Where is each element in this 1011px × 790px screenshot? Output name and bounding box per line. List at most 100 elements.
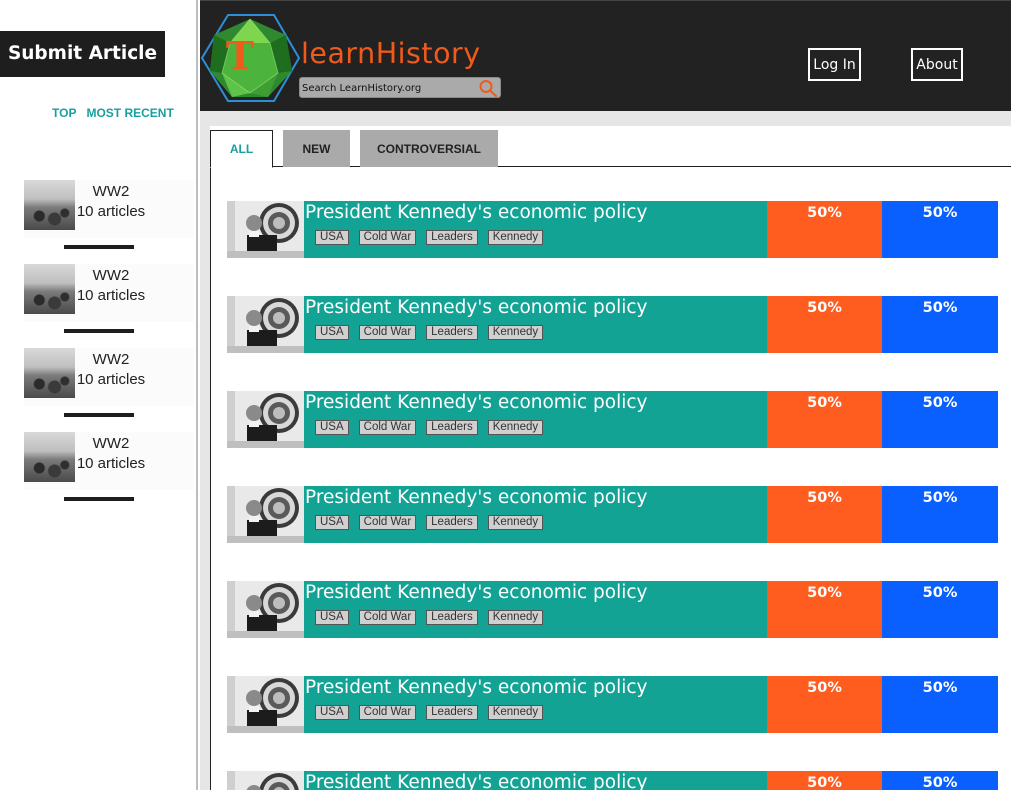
article-tags: USA Cold War Leaders Kennedy: [315, 705, 544, 720]
topic-thumbnail: [24, 264, 75, 314]
article-tag[interactable]: Leaders: [426, 610, 478, 625]
vote-agree-percent[interactable]: 50%: [767, 581, 882, 638]
about-button[interactable]: About: [911, 48, 963, 81]
topic-card[interactable]: WW2 10 articles: [24, 348, 194, 406]
article-tag[interactable]: Cold War: [358, 515, 417, 530]
vote-disagree-percent[interactable]: 50%: [882, 676, 998, 733]
article-tags: USA Cold War Leaders Kennedy: [315, 230, 544, 245]
submit-article-button[interactable]: Submit Article: [0, 31, 165, 77]
topic-item: WW2 10 articles: [0, 428, 196, 512]
article-thumbnail-wrap: [227, 486, 304, 543]
vote-disagree-percent[interactable]: 50%: [882, 391, 998, 448]
article-tag[interactable]: Kennedy: [487, 230, 544, 245]
article-row[interactable]: President Kennedy's economic policy USA Co…: [227, 391, 998, 448]
topic-card[interactable]: WW2 10 articles: [24, 432, 194, 490]
article-tag[interactable]: Leaders: [426, 420, 478, 435]
article-title[interactable]: President Kennedy's economic policy: [305, 772, 648, 790]
topic-title: WW2: [92, 183, 130, 200]
vote-agree-percent[interactable]: 50%: [767, 676, 882, 733]
topic-card[interactable]: WW2 10 articles: [24, 264, 194, 322]
article-tags: USA Cold War Leaders Kennedy: [315, 610, 544, 625]
topic-card[interactable]: WW2 10 articles: [24, 180, 194, 238]
article-tag[interactable]: USA: [315, 325, 349, 340]
article-tag[interactable]: Cold War: [358, 705, 417, 720]
article-tag[interactable]: Cold War: [358, 610, 417, 625]
article-title[interactable]: President Kennedy's economic policy: [305, 487, 648, 508]
article-body: President Kennedy's economic policy USA Co…: [304, 391, 767, 448]
vote-agree-percent[interactable]: 50%: [767, 486, 882, 543]
article-row[interactable]: President Kennedy's economic policy USA Co…: [227, 581, 998, 638]
article-tag[interactable]: Kennedy: [487, 705, 544, 720]
vote-disagree-percent[interactable]: 50%: [882, 201, 998, 258]
topic-item: WW2 10 articles: [0, 344, 196, 428]
article-row[interactable]: President Kennedy's economic policyUSACo…: [227, 771, 998, 790]
topic-article-count: 10 articles: [76, 371, 146, 388]
vote-disagree-percent[interactable]: 50%: [882, 771, 998, 790]
topic-title: WW2: [92, 435, 130, 452]
article-body: President Kennedy's economic policy USA Co…: [304, 486, 767, 543]
topic-title: WW2: [92, 351, 130, 368]
article-tag[interactable]: USA: [315, 230, 349, 245]
article-tag[interactable]: Kennedy: [487, 610, 544, 625]
article-thumbnail-wrap: [227, 581, 304, 638]
search-icon[interactable]: [478, 79, 498, 98]
article-row[interactable]: President Kennedy's economic policy USA Co…: [227, 486, 998, 543]
article-title[interactable]: President Kennedy's economic policy: [305, 297, 648, 318]
article-tag[interactable]: Kennedy: [487, 325, 544, 340]
vote-agree-percent[interactable]: 50%: [767, 391, 882, 448]
article-body: President Kennedy's economic policy USA Co…: [304, 201, 767, 258]
vote-agree-percent[interactable]: 50%: [767, 201, 882, 258]
article-tag[interactable]: USA: [315, 705, 349, 720]
article-row[interactable]: President Kennedy's economic policy USA Co…: [227, 296, 998, 353]
sort-most-recent-link[interactable]: MOST RECENT: [86, 106, 173, 120]
article-thumbnail-wrap: [227, 676, 304, 733]
logo-letter: T: [226, 33, 254, 78]
article-tags: USA Cold War Leaders Kennedy: [315, 420, 544, 435]
logo-icon[interactable]: T: [200, 13, 300, 103]
vote-disagree-percent[interactable]: 50%: [882, 486, 998, 543]
article-tag[interactable]: Kennedy: [487, 420, 544, 435]
topic-article-count: 10 articles: [76, 455, 146, 472]
article-thumbnail: [227, 486, 304, 543]
topic-item: WW2 10 articles: [0, 176, 196, 260]
article-title[interactable]: President Kennedy's economic policy: [305, 582, 648, 603]
log-in-button[interactable]: Log In: [808, 48, 861, 81]
tab-bar: ALL NEW CONTROVERSIAL: [210, 126, 1011, 168]
article-tag[interactable]: Leaders: [426, 515, 478, 530]
article-thumbnail: [227, 771, 304, 790]
article-title[interactable]: President Kennedy's economic policy: [305, 202, 648, 223]
site-logo-text[interactable]: learnHistory: [301, 37, 481, 70]
topic-thumbnail: [24, 432, 75, 482]
article-title[interactable]: President Kennedy's economic policy: [305, 392, 648, 413]
article-tag[interactable]: Kennedy: [487, 515, 544, 530]
vote-disagree-percent[interactable]: 50%: [882, 581, 998, 638]
article-tag[interactable]: Cold War: [358, 230, 417, 245]
article-tag[interactable]: USA: [315, 515, 349, 530]
topic-thumbnail: [24, 348, 75, 398]
article-tags: USA Cold War Leaders Kennedy: [315, 325, 544, 340]
sort-top-link[interactable]: TOP: [52, 106, 76, 120]
article-tag[interactable]: Leaders: [426, 325, 478, 340]
article-tags: USA Cold War Leaders Kennedy: [315, 515, 544, 530]
search-input[interactable]: [302, 79, 474, 97]
article-tag[interactable]: Leaders: [426, 705, 478, 720]
tab-all[interactable]: ALL: [210, 130, 273, 168]
topic-divider: [64, 245, 134, 249]
article-tag[interactable]: USA: [315, 420, 349, 435]
article-tag[interactable]: Cold War: [358, 325, 417, 340]
topic-thumbnail: [24, 180, 75, 230]
article-thumbnail: [227, 391, 304, 448]
vote-agree-percent[interactable]: 50%: [767, 296, 882, 353]
article-title[interactable]: President Kennedy's economic policy: [305, 677, 648, 698]
vote-agree-percent[interactable]: 50%: [767, 771, 882, 790]
article-row[interactable]: President Kennedy's economic policy USA Co…: [227, 676, 998, 733]
topic-article-count: 10 articles: [76, 287, 146, 304]
tab-new[interactable]: NEW: [283, 130, 350, 167]
article-tag[interactable]: Cold War: [358, 420, 417, 435]
article-row[interactable]: President Kennedy's economic policy USA Co…: [227, 201, 998, 258]
article-thumbnail: [227, 201, 304, 258]
vote-disagree-percent[interactable]: 50%: [882, 296, 998, 353]
tab-controversial[interactable]: CONTROVERSIAL: [360, 130, 498, 167]
article-tag[interactable]: USA: [315, 610, 349, 625]
article-tag[interactable]: Leaders: [426, 230, 478, 245]
